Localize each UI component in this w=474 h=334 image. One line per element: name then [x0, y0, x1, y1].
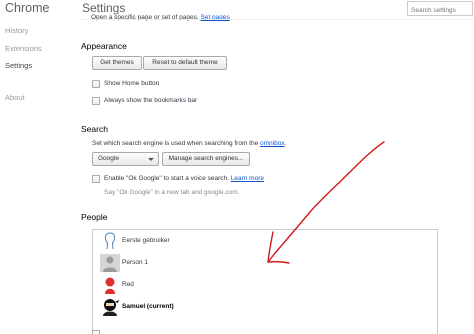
profile-list-item[interactable]: Eerste gebruiker — [93, 230, 437, 252]
grey-person-icon — [100, 254, 120, 272]
ok-google-hint: Say "Ok Google" in a new tab and google.… — [104, 189, 240, 196]
profile-name: Eerste gebruiker — [122, 237, 170, 244]
outline-head-icon — [100, 232, 120, 250]
chevron-down-icon — [148, 158, 154, 161]
show-bookmarks-bar-checkbox[interactable] — [92, 97, 100, 105]
profile-name: Person 1 — [122, 259, 149, 266]
ok-google-checkbox[interactable] — [92, 175, 100, 183]
search-settings-input[interactable] — [407, 1, 473, 16]
left-navigation: Chrome History Extensions Settings About — [0, 0, 72, 334]
profile-name: Red — [122, 281, 134, 288]
ok-google-label: Enable "Ok Google" to start a voice sear… — [104, 175, 264, 182]
manage-search-engines-button[interactable]: Manage search engines... — [162, 152, 250, 166]
people-profile-list: Eerste gebruiker Person 1 Red Samuel (cu… — [92, 229, 438, 334]
omnibox-link[interactable]: omnibox — [260, 140, 285, 147]
ninja-icon — [100, 298, 120, 316]
nav-item-settings[interactable]: Settings — [5, 61, 32, 70]
red-person-icon — [100, 276, 120, 294]
profile-list-item[interactable]: Samuel (current) — [93, 296, 437, 318]
nav-item-about[interactable]: About — [5, 93, 25, 102]
search-engine-selected: Google — [98, 155, 119, 162]
profile-list-item[interactable]: Red — [93, 274, 437, 296]
appearance-section-title: Appearance — [81, 41, 127, 51]
nav-item-extensions[interactable]: Extensions — [5, 44, 42, 53]
get-themes-button[interactable]: Get themes — [92, 56, 142, 70]
app-title: Chrome — [5, 1, 50, 15]
header-divider — [80, 19, 474, 20]
search-section-title: Search — [81, 124, 108, 134]
profile-name-current: Samuel (current) — [122, 303, 174, 310]
people-section-title: People — [81, 212, 108, 222]
nav-item-history[interactable]: History — [5, 26, 28, 35]
search-description: Set which search engine is used when sea… — [92, 140, 287, 147]
ok-google-text: Enable "Ok Google" to start a voice sear… — [104, 175, 229, 182]
clipped-checkbox[interactable] — [92, 330, 100, 334]
reset-theme-button[interactable]: Reset to default theme — [143, 56, 227, 70]
profile-list-item[interactable]: Person 1 — [93, 252, 437, 274]
search-description-text: Set which search engine is used when sea… — [92, 140, 259, 147]
search-engine-select[interactable]: Google — [92, 152, 159, 166]
startup-specific-pages-option: Open a specific page or set of pages. Se… — [91, 14, 230, 22]
show-bookmarks-bar-label: Always show the bookmarks bar — [104, 97, 198, 104]
learn-more-link[interactable]: Learn more — [231, 175, 264, 182]
page-title: Settings — [82, 1, 126, 15]
show-home-button-checkbox[interactable] — [92, 80, 100, 88]
show-home-button-label: Show Home button — [104, 80, 160, 87]
